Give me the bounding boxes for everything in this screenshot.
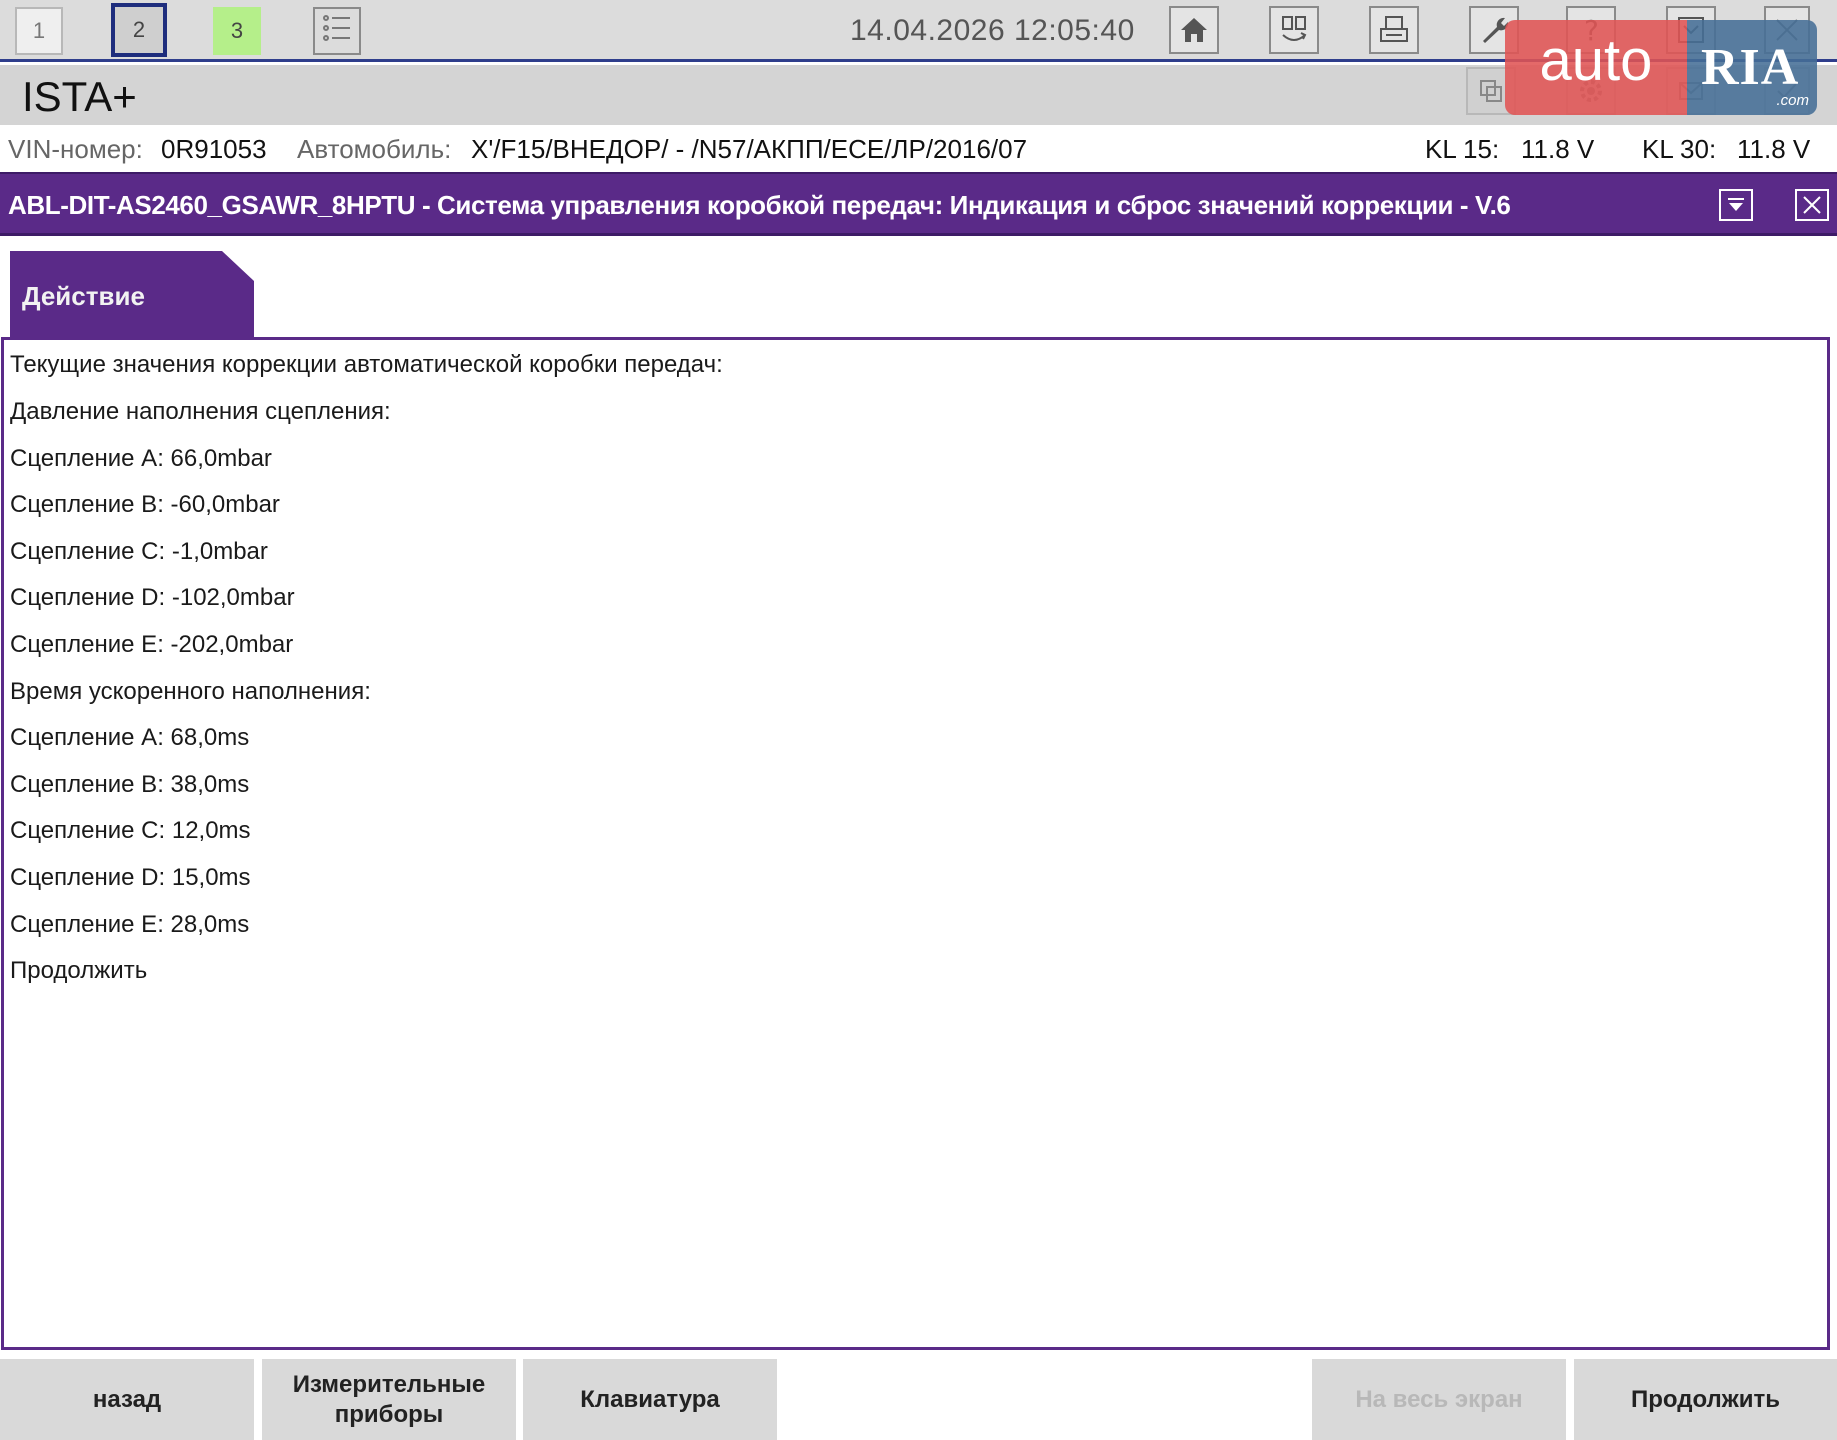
content-line: Сцепление A: 68,0ms (10, 724, 250, 751)
back-button-label: назад (92, 1385, 162, 1413)
kl15-value: 11.8 V (1521, 134, 1595, 164)
print-icon (1380, 16, 1408, 42)
kl30-label: KL 30: (1642, 134, 1717, 164)
vin-label: VIN-номер: (8, 134, 143, 164)
close-procedure-button[interactable] (1795, 189, 1829, 221)
kl15-label: KL 15: (1425, 134, 1500, 164)
content-line: Сцепление D: -102,0mbar (10, 584, 295, 611)
instruments-button[interactable]: Измерительные приборы (262, 1359, 516, 1440)
tab-action[interactable]: Действие (10, 251, 254, 339)
app-title: ISTA+ (22, 73, 137, 120)
instruments-button-label: Измерительные приборы (293, 1370, 486, 1430)
content-line: Время ускоренного наполнения: (10, 678, 371, 705)
vin-value: 0R91053 (161, 134, 267, 164)
watermark-suffix: .com (1776, 92, 1809, 109)
session-tab-2[interactable]: 2 (111, 3, 167, 57)
swap-icon (1282, 16, 1307, 41)
instruments-label-line2: приборы (334, 1400, 444, 1428)
kl30-value: 11.8 V (1737, 134, 1811, 164)
dropdown-icon (1728, 198, 1744, 211)
watermark-ria: RIA .com (1687, 20, 1817, 115)
minimize-procedure-button[interactable] (1719, 189, 1753, 221)
content-line: Сцепление A: 66,0mbar (10, 445, 272, 472)
content-line: Сцепление C: -1,0mbar (10, 538, 268, 565)
print-button[interactable] (1369, 6, 1419, 54)
content-line: Сцепление D: 15,0ms (10, 864, 251, 891)
keyboard-button[interactable]: Клавиатура (523, 1359, 777, 1440)
vehicle-info-row: VIN-номер: 0R91053 Автомобиль: X'/F15/ВН… (0, 128, 1837, 168)
measure-icon (1480, 80, 1502, 102)
fullscreen-button[interactable]: На весь экран (1312, 1359, 1566, 1440)
content-line: Сцепление C: 12,0ms (10, 817, 251, 844)
instruments-label-line1: Измерительные (292, 1370, 486, 1398)
procedure-header: ABL-DIT-AS2460_GSAWR_8HPTU - Система упр… (0, 172, 1837, 236)
watermark-logo: auto RIA .com (1505, 20, 1817, 115)
session-tab-1[interactable]: 1 (15, 7, 63, 55)
back-button[interactable]: назад (0, 1359, 254, 1440)
home-button[interactable] (1169, 6, 1219, 54)
session-tab-3[interactable]: 3 (213, 7, 261, 55)
content-panel: Текущие значения коррекции автоматическо… (1, 337, 1830, 1350)
content-line: Текущие значения коррекции автоматическо… (10, 351, 723, 378)
content-line: Сцепление E: 28,0ms (10, 911, 250, 938)
continue-button[interactable]: Продолжить (1574, 1359, 1837, 1440)
list-icon (319, 10, 355, 52)
list-button[interactable] (313, 7, 361, 55)
content-line: Сцепление E: -202,0mbar (10, 631, 294, 658)
procedure-title: ABL-DIT-AS2460_GSAWR_8HPTU - Система упр… (8, 190, 1511, 220)
content-line: Сцепление B: -60,0mbar (10, 491, 280, 518)
continue-button-label: Продолжить (1630, 1385, 1781, 1413)
fullscreen-button-label: На весь экран (1355, 1385, 1523, 1413)
content-line: Давление наполнения сцепления: (10, 398, 391, 425)
content-line: Продолжить (10, 957, 148, 984)
watermark-auto: auto (1505, 20, 1687, 115)
car-value: X'/F15/ВНЕДОР/ - /N57/АКПП/ЕСЕ/ЛР/2016/0… (471, 134, 1028, 164)
close-icon (1803, 196, 1821, 214)
tab-action-label: Действие (22, 281, 145, 311)
content-line: Сцепление B: 38,0ms (10, 771, 250, 798)
watermark-ria-text: RIA (1701, 39, 1800, 96)
car-label: Автомобиль: (297, 134, 452, 164)
keyboard-button-label: Клавиатура (580, 1385, 720, 1413)
datetime-display: 14.04.2026 12:05:40 (850, 14, 1135, 47)
home-icon (1181, 18, 1207, 42)
swap-button[interactable] (1269, 6, 1319, 54)
